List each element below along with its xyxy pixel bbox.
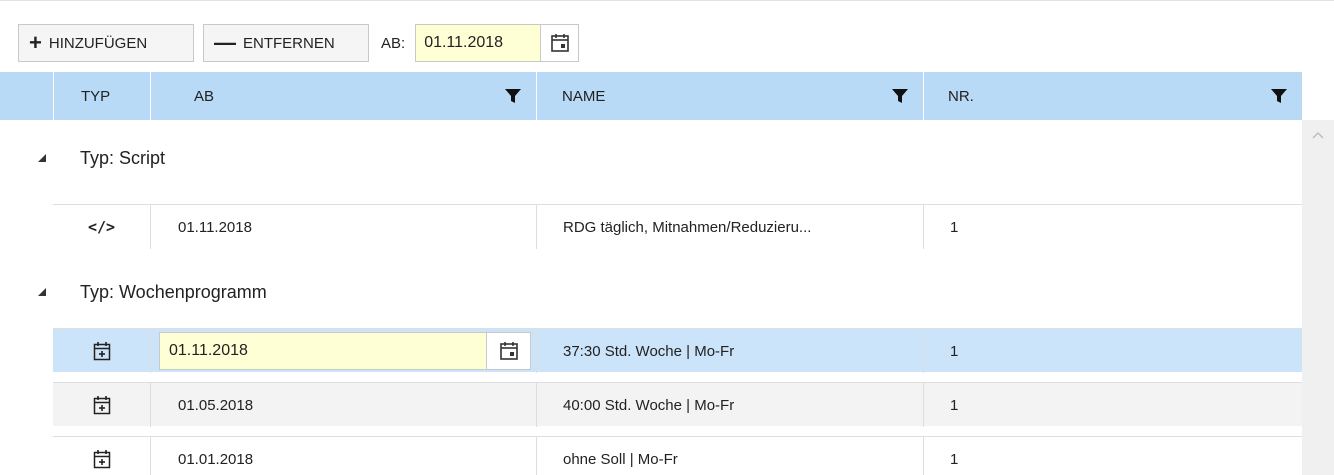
group-label: Typ: Wochenprogramm	[80, 281, 267, 302]
column-header-nr[interactable]: NR.	[923, 72, 1302, 120]
cell-name: 40:00 Std. Woche | Mo-Fr	[536, 383, 923, 427]
vertical-scrollbar[interactable]	[1302, 120, 1334, 475]
table-row-selected[interactable]: 37:30 Std. Woche | Mo-Fr 1	[53, 328, 1302, 373]
filter-icon[interactable]	[891, 87, 909, 105]
column-header-ab-label: AB	[194, 87, 215, 105]
filter-icon[interactable]	[1270, 87, 1288, 105]
scroll-up-icon[interactable]	[1312, 130, 1324, 140]
table-row[interactable]: 01.05.2018 40:00 Std. Woche | Mo-Fr 1	[53, 382, 1302, 427]
add-button-label: HINZUFÜGEN	[48, 34, 148, 52]
calendar-button[interactable]	[487, 332, 531, 370]
table-row[interactable]: </> 01.11.2018 RDG täglich, Mitnahmen/Re…	[53, 204, 1302, 249]
group-header-wochenprogramm[interactable]: Typ: Wochenprogramm	[0, 272, 1302, 312]
toolbar: + HINZUFÜGEN — ENTFERNEN AB:	[18, 24, 580, 62]
top-divider	[0, 0, 1334, 1]
add-button[interactable]: + HINZUFÜGEN	[18, 24, 194, 62]
cell-typ	[53, 383, 150, 427]
cell-name: 37:30 Std. Woche | Mo-Fr	[536, 329, 923, 373]
cell-typ: </>	[53, 205, 150, 249]
calendar-plus-icon	[93, 396, 110, 415]
cell-name: RDG täglich, Mitnahmen/Reduzieru...	[536, 205, 923, 249]
grid-header: TYP AB NAME NR.	[0, 72, 1302, 120]
cell-ab-editing	[150, 329, 536, 373]
group-header-script[interactable]: Typ: Script	[0, 138, 1302, 178]
cell-ab: 01.01.2018	[150, 437, 536, 475]
plus-icon: +	[29, 30, 42, 55]
code-icon: </>	[87, 218, 116, 236]
group-label: Typ: Script	[80, 147, 166, 168]
column-header-nr-label: NR.	[948, 87, 974, 105]
column-header-ab[interactable]: AB	[150, 72, 536, 120]
calendar-icon	[550, 34, 569, 52]
collapse-triangle-icon[interactable]	[37, 287, 47, 297]
ab-date-input[interactable]	[159, 332, 487, 370]
column-header-typ[interactable]: TYP	[53, 72, 150, 120]
column-header-name[interactable]: NAME	[536, 72, 923, 120]
column-header-name-label: NAME	[562, 87, 606, 105]
cell-ab: 01.11.2018	[150, 205, 536, 249]
date-editor	[159, 332, 531, 370]
remove-button[interactable]: — ENTFERNEN	[203, 24, 369, 62]
from-date-label: AB:	[381, 34, 406, 52]
cell-ab: 01.05.2018	[150, 383, 536, 427]
remove-button-label: ENTFERNEN	[243, 34, 335, 52]
calendar-plus-icon	[93, 342, 110, 361]
calendar-button[interactable]	[541, 24, 580, 62]
calendar-icon	[499, 342, 518, 360]
minus-icon: —	[214, 30, 236, 55]
collapse-triangle-icon[interactable]	[37, 153, 47, 163]
column-header-typ-label: TYP	[81, 87, 111, 105]
cell-nr: 1	[923, 437, 1302, 475]
cell-name: ohne Soll | Mo-Fr	[536, 437, 923, 475]
calendar-plus-icon	[93, 450, 110, 469]
filter-icon[interactable]	[504, 87, 522, 105]
cell-nr: 1	[923, 383, 1302, 427]
cell-typ	[53, 437, 150, 475]
table-row[interactable]: 01.01.2018 ohne Soll | Mo-Fr 1	[53, 436, 1302, 475]
cell-nr: 1	[923, 205, 1302, 249]
from-date-input[interactable]	[415, 24, 542, 62]
cell-nr: 1	[923, 329, 1302, 373]
cell-typ	[53, 329, 150, 373]
